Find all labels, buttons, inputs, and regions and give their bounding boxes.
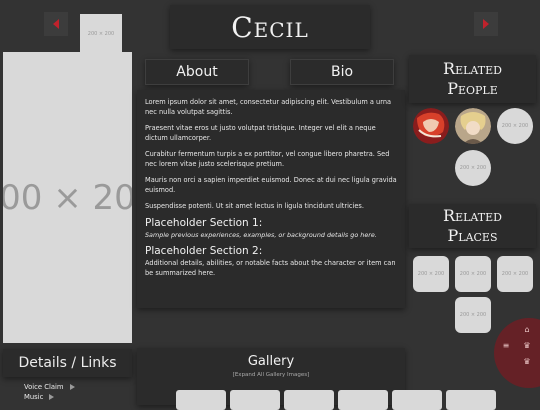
avatar-placeholder-label: 200 × 200 [501,123,529,129]
expand-gallery-link[interactable]: [Expand All Gallery Images] [137,372,405,378]
bio-paragraph: Curabitur fermentum turpis a ex porttito… [145,150,390,168]
voice-claim-label: Voice Claim [24,383,64,391]
portrait-placeholder-label: 200 × 200 [3,177,132,218]
avatar-red-character-image [413,108,449,144]
details-links-title: Details / Links [18,355,117,371]
related-places-header: Related Places [409,204,536,248]
triangle-left-icon [53,19,59,29]
tab-about[interactable]: About [145,59,249,85]
music-link[interactable]: Music [24,393,55,401]
related-person-avatar[interactable] [455,108,491,144]
details-links-header: Details / Links [3,349,132,377]
crown-icon[interactable]: ♛ [521,340,533,350]
related-person-avatar[interactable] [413,108,449,144]
related-person-avatar[interactable]: 200 × 200 [497,108,533,144]
bio-paragraph: Lorem ipsum dolor sit amet, consectetur … [145,98,392,116]
related-place-thumbnail[interactable]: 200 × 200 [497,256,533,292]
related-places-title-line2: Places [447,226,498,245]
avatar-placeholder-label: 200 × 200 [459,165,487,171]
menu-icon[interactable]: ≡ [500,340,512,350]
place-placeholder-label: 200 × 200 [459,271,487,277]
title-box: Cecil [170,5,370,49]
related-place-thumbnail[interactable]: 200 × 200 [455,256,491,292]
tab-about-label: About [176,64,218,80]
floating-menu [494,318,540,388]
related-people-title-line1: Related [443,59,502,78]
related-person-avatar[interactable]: 200 × 200 [455,150,491,186]
bio-paragraph: Mauris non orci a sapien imperdiet euism… [145,176,397,194]
tab-bio-label: Bio [330,64,354,80]
place-placeholder-label: 200 × 200 [417,271,445,277]
thumbnail-placeholder-label: 200 × 200 [87,31,115,37]
next-page-button[interactable] [474,12,498,36]
tab-bio[interactable]: Bio [290,59,394,85]
related-places-title-line1: Related [443,206,502,225]
gallery-thumbnail[interactable] [338,390,388,410]
section-2-title: Placeholder Section 2: [145,244,263,257]
voice-claim-link[interactable]: Voice Claim [24,383,75,391]
bio-panel: Lorem ipsum dolor sit amet, consectetur … [137,90,405,308]
play-triangle-icon [49,394,55,400]
gallery-thumbnail[interactable] [284,390,334,410]
gallery-thumbnail[interactable] [446,390,496,410]
gallery-thumbnail[interactable] [392,390,442,410]
section-1-text: Sample previous experiences, examples, o… [145,231,377,239]
place-placeholder-label: 200 × 200 [459,312,487,318]
bio-paragraph: Praesent vitae eros ut justo volutpat tr… [145,124,376,142]
portrait-image: 200 × 200 [3,52,132,343]
related-place-thumbnail[interactable]: 200 × 200 [455,297,491,333]
crown-icon[interactable]: ♛ [521,356,533,366]
triangle-right-icon [483,19,489,29]
gallery-title: Gallery [247,354,295,369]
gallery-thumbnail[interactable] [176,390,226,410]
portrait-tab-thumbnail[interactable]: 200 × 200 [80,14,122,54]
page-title: Cecil [231,10,309,44]
home-icon[interactable]: ⌂ [521,324,533,334]
previous-page-button[interactable] [44,12,68,36]
play-triangle-icon [69,384,75,390]
section-1-title: Placeholder Section 1: [145,216,263,229]
avatar-blonde-character-image [455,108,491,144]
place-placeholder-label: 200 × 200 [501,271,529,277]
gallery-thumbnail[interactable] [230,390,280,410]
related-people-title-line2: People [447,79,498,98]
music-label: Music [24,393,44,401]
related-place-thumbnail[interactable]: 200 × 200 [413,256,449,292]
related-people-header: Related People [409,55,536,103]
section-2-text: Additional details, abilities, or notabl… [145,259,396,277]
bio-paragraph: Suspendisse potenti. Ut sit amet lectus … [145,202,364,210]
